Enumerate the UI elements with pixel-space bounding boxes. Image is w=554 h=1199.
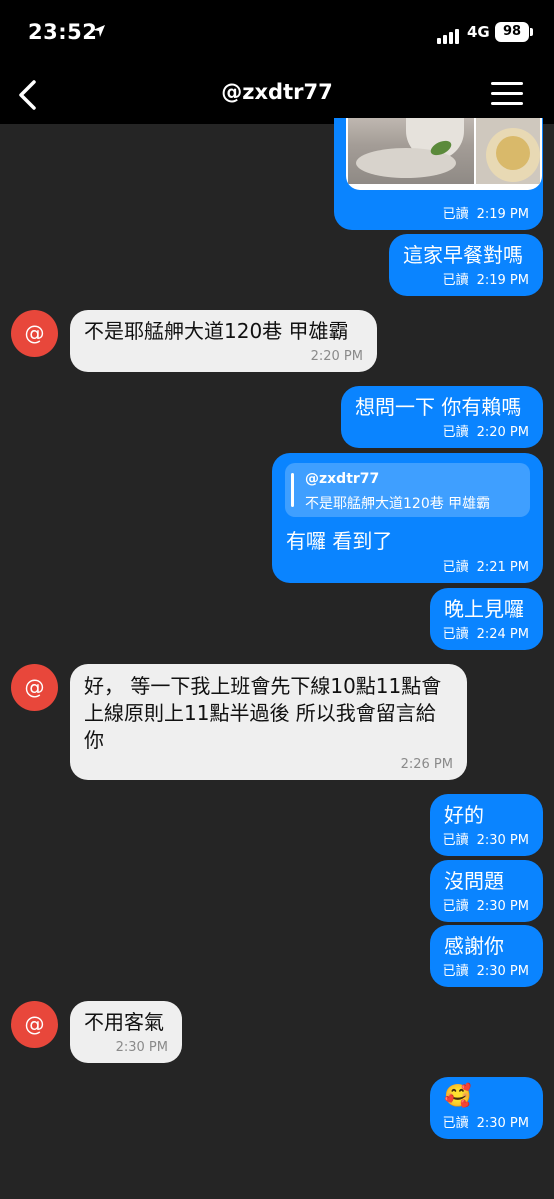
message-text: 好， 等一下我上班會先下線10點11點會上線原則上11點半過後 所以我會留言給你 [84,674,442,752]
message-time: 2:20 PM [310,349,363,364]
chat-header: @zxdtr77 [0,66,554,124]
message-bubble-incoming[interactable]: 不用客氣 2:30 PM [70,1001,182,1063]
chat-title: @zxdtr77 [221,80,333,104]
message-text: 晚上見囉 [444,597,524,621]
message-bubble-incoming[interactable]: 不是耶艋舺大道120巷 甲雄霸 2:20 PM [70,310,377,372]
message-bubble-outgoing[interactable]: 🥰 已讀 2:30 PM [430,1077,543,1139]
message-meta: 已讀 2:20 PM [442,425,529,440]
message-meta: 已讀 2:19 PM [442,273,529,288]
status-time: 23:52 [28,20,98,44]
reply-quote-author: @zxdtr77 [305,471,380,487]
message-meta: 已讀 2:21 PM [442,560,529,575]
message-text: 感謝你 [444,934,504,958]
message-bubble-outgoing[interactable]: 這家早餐對嗎 已讀 2:19 PM [389,234,543,296]
message-bubble-incoming[interactable]: 好， 等一下我上班會先下線10點11點會上線原則上11點半過後 所以我會留言給你… [70,664,467,780]
message-text: 不用客氣 [84,1010,164,1034]
reply-quote-text: 不是耶艋舺大道120巷 甲雄霸 [305,496,491,512]
shared-image[interactable] [346,118,542,190]
location-arrow-icon [93,25,105,37]
message-meta: 已讀 2:30 PM [442,964,529,979]
message-text: 🥰 [444,1084,472,1109]
message-time: 2:26 PM [400,757,453,772]
message-bubble-reply[interactable]: @zxdtr77 不是耶艋舺大道120巷 甲雄霸 有囉 看到了 已讀 2:21 P… [272,453,543,583]
message-bubble-outgoing[interactable]: 沒問題 已讀 2:30 PM [430,860,543,922]
message-bubble-outgoing[interactable]: 好的 已讀 2:30 PM [430,794,543,856]
message-bubble-outgoing[interactable]: 感謝你 已讀 2:30 PM [430,925,543,987]
hamburger-menu-icon[interactable] [491,82,523,108]
contact-avatar[interactable]: @ [11,1001,58,1048]
contact-avatar[interactable]: @ [11,310,58,357]
message-time: 2:30 PM [115,1040,168,1055]
message-text: 沒問題 [444,869,504,893]
network-type: 4G [467,23,490,41]
message-meta: 已讀 2:24 PM [442,627,529,642]
reply-quote[interactable]: @zxdtr77 不是耶艋舺大道120巷 甲雄霸 [285,463,530,517]
battery-icon: 98 [495,22,533,42]
status-bar: 23:52 4G 98 [0,0,554,66]
message-text: 這家早餐對嗎 [403,243,523,267]
message-meta: 已讀 2:30 PM [442,833,529,848]
message-text: 好的 [444,803,484,827]
message-meta: 已讀 2:19 PM [442,207,529,222]
message-text: 有囉 看到了 [286,529,393,553]
message-text: 不是耶艋舺大道120巷 甲雄霸 [84,319,349,343]
signal-icon [437,25,461,44]
message-meta: 已讀 2:30 PM [442,1116,529,1131]
message-text: 想問一下 你有賴嗎 [355,395,522,419]
message-bubble-image[interactable]: 已讀 2:19 PM [334,118,543,230]
message-meta: 已讀 2:30 PM [442,899,529,914]
message-bubble-outgoing[interactable]: 晚上見囉 已讀 2:24 PM [430,588,543,650]
message-bubble-outgoing[interactable]: 想問一下 你有賴嗎 已讀 2:20 PM [341,386,543,448]
contact-avatar[interactable]: @ [11,664,58,711]
